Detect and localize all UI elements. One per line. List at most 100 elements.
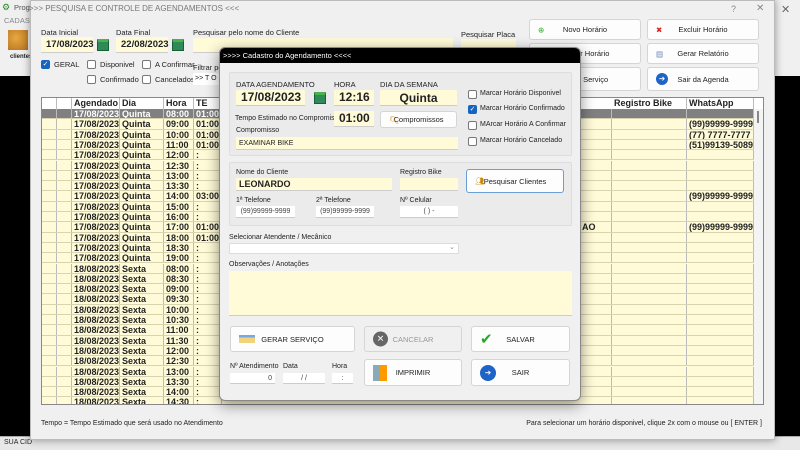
row-indicator <box>42 284 57 294</box>
table-cell: Quinta <box>120 160 164 170</box>
table-cell: 09:00 <box>164 119 194 129</box>
data-final-input[interactable]: 22/08/2023 <box>116 37 169 53</box>
atendente-label: Selecionar Atendente / Mecânico <box>229 234 332 241</box>
imprimir-button[interactable]: IMPRIMIR <box>364 359 462 386</box>
table-cell <box>612 263 687 273</box>
header-te[interactable]: TE <box>194 98 222 109</box>
table-cell: 19:00 <box>164 253 194 263</box>
row-indicator <box>42 109 57 119</box>
card-icon <box>239 335 255 343</box>
table-cell <box>612 201 687 211</box>
data-inicial-input[interactable]: 17/08/2023 <box>41 37 94 53</box>
row-flag <box>57 170 72 181</box>
table-cell: 17/08/2023 <box>74 253 120 263</box>
table-cell: 17/08/2023 <box>74 242 120 253</box>
novo-horario-button[interactable]: ⊕ Novo Horário <box>529 19 641 40</box>
clientes-label[interactable]: clientes <box>10 54 32 60</box>
data-agendamento-input[interactable]: 17/08/2023 <box>236 90 305 106</box>
table-cell <box>612 325 687 335</box>
table-cell: Sexta <box>120 284 164 294</box>
help-button[interactable]: ? <box>731 4 736 14</box>
tempo-input[interactable]: 01:00 <box>334 111 374 127</box>
data-inicial-label: Data Inicial <box>41 28 79 37</box>
compromisso-input[interactable]: EXAMINAR BIKE <box>236 137 458 150</box>
row-flag <box>57 387 72 397</box>
table-cell <box>612 366 687 376</box>
table-cell: 01:00 <box>194 129 222 139</box>
table-cell: Sexta <box>120 273 164 284</box>
app-logo-icon: ⚙ <box>2 2 11 12</box>
table-cell: 01:00 <box>194 119 222 129</box>
row-flag <box>57 129 72 139</box>
table-cell: 01:00 <box>194 109 222 119</box>
table-cell <box>612 304 687 314</box>
table-cell <box>612 119 687 129</box>
dialog-title: >>>> Cadastro do Agendamento <<<< <box>220 48 580 63</box>
observacoes-textarea[interactable] <box>229 271 572 316</box>
row-flag <box>57 139 72 150</box>
header-registro-bike[interactable]: Registro Bike <box>612 98 687 109</box>
clientes-icon[interactable] <box>8 30 28 50</box>
menu-cadastro[interactable]: CADAS <box>4 16 30 25</box>
table-cell: : <box>194 315 222 325</box>
table-cell: 17/08/2023 <box>74 139 120 150</box>
gerar-servico-button[interactable]: GERAR SERVIÇO <box>230 326 355 352</box>
table-cell: Quinta <box>120 119 164 129</box>
table-cell <box>612 356 687 366</box>
compromissos-button[interactable]: 🔍︎ Compromissos <box>380 111 457 128</box>
table-cell: Quinta <box>120 109 164 119</box>
table-cell <box>612 273 687 284</box>
table-cell: Quinta <box>120 253 164 263</box>
calendar-icon[interactable] <box>314 92 326 104</box>
salvar-button[interactable]: ✔ SALVAR <box>471 326 570 352</box>
table-cell: : <box>194 387 222 397</box>
header-dia[interactable]: Dia <box>120 98 164 109</box>
table-cell: 16:00 <box>164 212 194 222</box>
sair-agenda-button[interactable]: ➔ Sair da Agenda <box>647 67 759 91</box>
header-hora[interactable]: Hora <box>164 98 194 109</box>
table-cell: 17/08/2023 <box>74 191 120 201</box>
row-indicator <box>42 356 57 366</box>
table-cell: 18/08/2023 <box>74 315 120 325</box>
table-cell: (77) 7777-7777 <box>687 129 754 139</box>
table-cell: 18/08/2023 <box>74 387 120 397</box>
table-cell <box>612 345 687 356</box>
close-button[interactable]: ✕ <box>756 3 764 14</box>
table-cell <box>687 170 754 181</box>
table-cell <box>687 304 754 314</box>
nome-cliente-input[interactable]: LEONARDO <box>236 178 392 191</box>
calendar-icon[interactable] <box>172 39 184 51</box>
row-flag <box>57 304 72 314</box>
table-cell: 17/08/2023 <box>74 232 120 242</box>
atendimento-input[interactable]: 0 <box>230 373 275 384</box>
header-agendado[interactable]: Agendado <box>72 98 120 109</box>
row-indicator <box>42 263 57 273</box>
hora-servico-input[interactable]: : <box>332 373 353 384</box>
excluir-horario-button[interactable]: ✖ Excluir Horário <box>647 19 759 40</box>
table-cell: Quinta <box>120 139 164 150</box>
row-indicator <box>42 376 57 387</box>
grid-scrollbar[interactable] <box>754 109 763 404</box>
window-title: >>> PESQUISA E CONTROLE DE AGENDAMENTOS … <box>29 4 240 13</box>
table-cell: Quinta <box>120 212 164 222</box>
table-cell <box>687 387 754 397</box>
table-cell: : <box>194 263 222 273</box>
row-flag <box>57 315 72 325</box>
pesquisar-clientes-button[interactable]: 👥︎ Pesquisar Clientes <box>466 169 564 193</box>
header-whatsapp[interactable]: WhatsApp <box>687 98 754 109</box>
table-cell <box>612 284 687 294</box>
atendente-select[interactable]: ⌄ <box>229 243 459 254</box>
hora-input[interactable]: 12:16 <box>334 90 374 106</box>
calendar-icon[interactable] <box>97 39 109 51</box>
tel1-input[interactable]: (99)99999-9999 <box>236 206 295 218</box>
celular-input[interactable]: ( ) - <box>400 206 458 218</box>
outer-close-button[interactable]: ✕ <box>781 3 790 16</box>
data-servico-input[interactable]: / / <box>283 373 325 384</box>
cancelar-button[interactable]: ✕ CANCELAR <box>364 326 462 352</box>
table-cell: 18/08/2023 <box>74 366 120 376</box>
registro-bike-input[interactable] <box>400 178 458 191</box>
tel2-input[interactable]: (99)99999-9999 <box>316 206 374 218</box>
gerar-relatorio-button[interactable]: ▤ Gerar Relatório <box>647 43 759 64</box>
table-cell: : <box>194 366 222 376</box>
sair-button[interactable]: ➔ SAIR <box>471 359 570 386</box>
